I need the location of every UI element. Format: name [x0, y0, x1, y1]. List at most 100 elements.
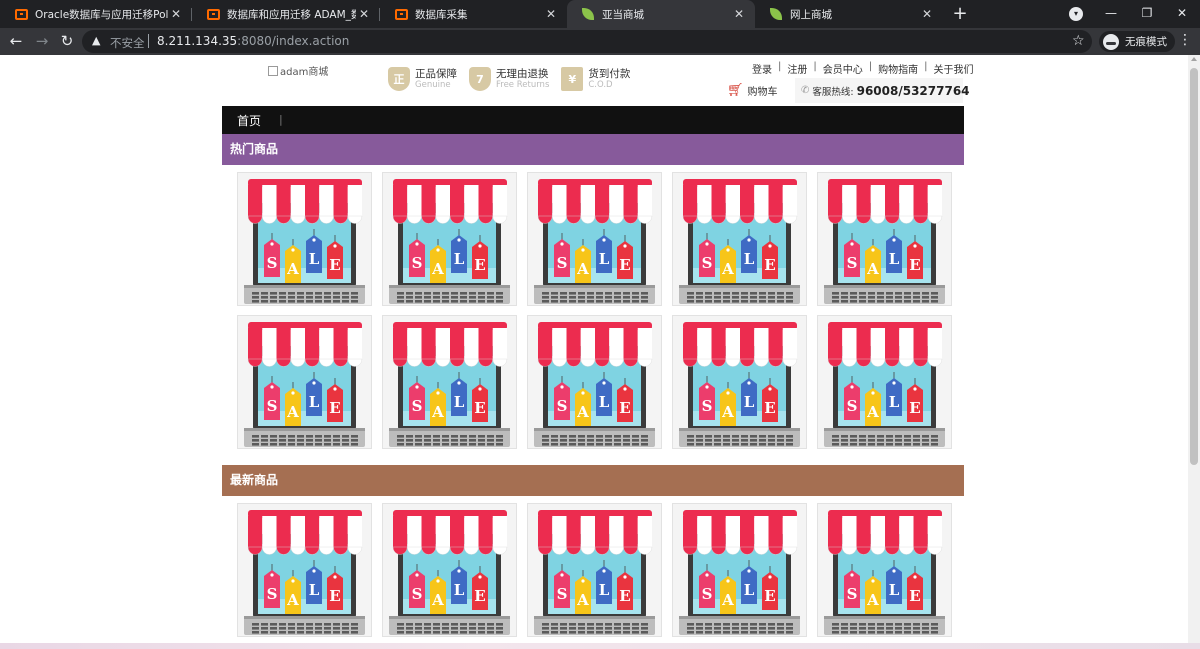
svg-text:A: A	[431, 403, 444, 421]
hot-products-header: 热门商品	[222, 134, 964, 165]
sale-storefront-image: S A L E	[383, 504, 516, 636]
sale-storefront-image: S A L E	[818, 504, 951, 636]
new-tab-button[interactable]: +	[950, 4, 970, 24]
divider: |	[778, 61, 782, 72]
shopping-guide-link[interactable]: 购物指南	[878, 61, 918, 76]
tab-title: 亚当商城	[602, 8, 644, 21]
promise-title: 货到付款	[588, 68, 631, 80]
warning-icon[interactable]: ▲	[92, 34, 100, 47]
incognito-badge[interactable]: 无痕模式	[1099, 31, 1175, 52]
forward-icon[interactable]: →	[32, 32, 52, 52]
new-product-card[interactable]: S A L E	[672, 503, 807, 637]
svg-text:A: A	[866, 591, 879, 609]
browser-tab[interactable]: 数据库采集 ✕	[380, 0, 567, 28]
tab-title: Oracle数据库与应用迁移PolarDB	[35, 8, 168, 21]
leaf-icon	[769, 7, 783, 21]
sale-storefront-image: S A L E	[528, 173, 661, 305]
close-icon[interactable]: ✕	[543, 7, 559, 21]
svg-text:S: S	[557, 585, 568, 603]
hot-product-card[interactable]: S A L E	[817, 172, 952, 306]
svg-text:S: S	[702, 397, 713, 415]
sale-storefront-image: S A L E	[528, 316, 661, 448]
register-link[interactable]: 注册	[787, 61, 807, 76]
browser-tab[interactable]: 网上商城 ✕	[755, 0, 943, 28]
login-link[interactable]: 登录	[752, 61, 772, 76]
hot-product-card[interactable]: S A L E	[672, 315, 807, 449]
customer-hotline: ✆ 客服热线: 96008/53277764	[795, 78, 970, 103]
member-center-link[interactable]: 会员中心	[823, 61, 863, 76]
back-icon[interactable]: ←	[6, 32, 26, 52]
bookmark-star-icon[interactable]: ☆	[1072, 33, 1085, 49]
svg-text:E: E	[909, 399, 920, 417]
svg-text:A: A	[721, 260, 734, 278]
close-icon[interactable]: ✕	[168, 7, 184, 21]
page-scrollbar[interactable]	[1188, 55, 1200, 649]
svg-text:S: S	[702, 254, 713, 272]
svg-text:L: L	[599, 393, 610, 411]
about-us-link[interactable]: 关于我们	[934, 61, 974, 76]
cart-link[interactable]: 🛒︎ 购物车	[727, 83, 778, 98]
scroll-up-icon[interactable]	[1191, 57, 1197, 61]
site-logo[interactable]: adam商城	[268, 63, 328, 78]
hot-product-card[interactable]: S A L E	[237, 172, 372, 306]
nav-home-link[interactable]: 首页	[237, 112, 261, 129]
new-product-card[interactable]: S A L E	[817, 503, 952, 637]
hot-product-card[interactable]: S A L E	[382, 315, 517, 449]
svg-text:S: S	[847, 397, 858, 415]
browser-tab-active[interactable]: 亚当商城 ✕	[567, 0, 755, 28]
hotline-number: 96008/53277764	[856, 83, 970, 98]
close-icon[interactable]: ✕	[356, 7, 372, 21]
browser-tab[interactable]: 数据库和应用迁移 ADAM_数据库 ✕	[192, 0, 380, 28]
address-bar[interactable]: ▲ 不安全 8.211.134.35:8080/index.action ☆	[82, 30, 1092, 53]
top-links: 登录 | 注册 | 会员中心 | 购物指南 | 关于我们	[752, 61, 974, 76]
svg-text:S: S	[267, 585, 278, 603]
svg-text:E: E	[619, 399, 630, 417]
svg-text:S: S	[847, 585, 858, 603]
menu-icon[interactable]: ⋮	[1178, 32, 1192, 48]
hot-product-card[interactable]: S A L E	[817, 315, 952, 449]
svg-text:L: L	[454, 393, 465, 411]
cart-label: 购物车	[747, 87, 778, 98]
window-close-icon[interactable]: ✕	[1164, 0, 1200, 28]
svg-text:L: L	[599, 250, 610, 268]
sale-storefront-image: S A L E	[383, 173, 516, 305]
svg-text:L: L	[599, 581, 610, 599]
hot-product-card[interactable]: S A L E	[382, 172, 517, 306]
restore-icon[interactable]: ❐	[1129, 0, 1165, 28]
close-icon[interactable]: ✕	[731, 7, 747, 21]
new-products-grid: S A L E S A L E S A L E S A L E S A L E	[237, 503, 952, 637]
svg-text:S: S	[557, 397, 568, 415]
svg-text:E: E	[474, 399, 485, 417]
url-text[interactable]: 8.211.134.35:8080/index.action	[157, 34, 349, 48]
svg-text:A: A	[286, 260, 299, 278]
hot-product-card[interactable]: S A L E	[527, 315, 662, 449]
minimize-icon[interactable]: —	[1093, 0, 1129, 28]
svg-text:E: E	[619, 587, 630, 605]
svg-text:E: E	[764, 587, 775, 605]
browser-tab[interactable]: Oracle数据库与应用迁移PolarDB ✕	[0, 0, 192, 28]
security-label[interactable]: 不安全	[110, 35, 145, 51]
svg-text:A: A	[431, 591, 444, 609]
page-viewport: adam商城 正 正品保障 Genuine 7 无理由退换 Free Retur…	[0, 55, 1188, 649]
svg-text:L: L	[889, 581, 900, 599]
new-product-card[interactable]: S A L E	[527, 503, 662, 637]
hot-product-card[interactable]: S A L E	[527, 172, 662, 306]
svg-text:S: S	[412, 585, 423, 603]
svg-text:S: S	[267, 254, 278, 272]
new-product-card[interactable]: S A L E	[237, 503, 372, 637]
hot-product-card[interactable]: S A L E	[672, 172, 807, 306]
sale-storefront-image: S A L E	[818, 173, 951, 305]
svg-text:S: S	[847, 254, 858, 272]
hot-product-card[interactable]: S A L E	[237, 315, 372, 449]
new-product-card[interactable]: S A L E	[382, 503, 517, 637]
tab-title: 数据库采集	[415, 8, 468, 21]
promise-subtitle: Genuine	[415, 80, 451, 90]
scrollbar-thumb[interactable]	[1190, 68, 1198, 465]
reload-icon[interactable]: ↻	[57, 32, 77, 52]
close-icon[interactable]: ✕	[919, 7, 935, 21]
svg-text:E: E	[764, 399, 775, 417]
svg-text:E: E	[329, 399, 340, 417]
promise-free-returns: 7 无理由退换 Free Returns	[469, 67, 549, 91]
tab-search-icon[interactable]: ▾	[1069, 7, 1083, 21]
svg-text:A: A	[286, 591, 299, 609]
